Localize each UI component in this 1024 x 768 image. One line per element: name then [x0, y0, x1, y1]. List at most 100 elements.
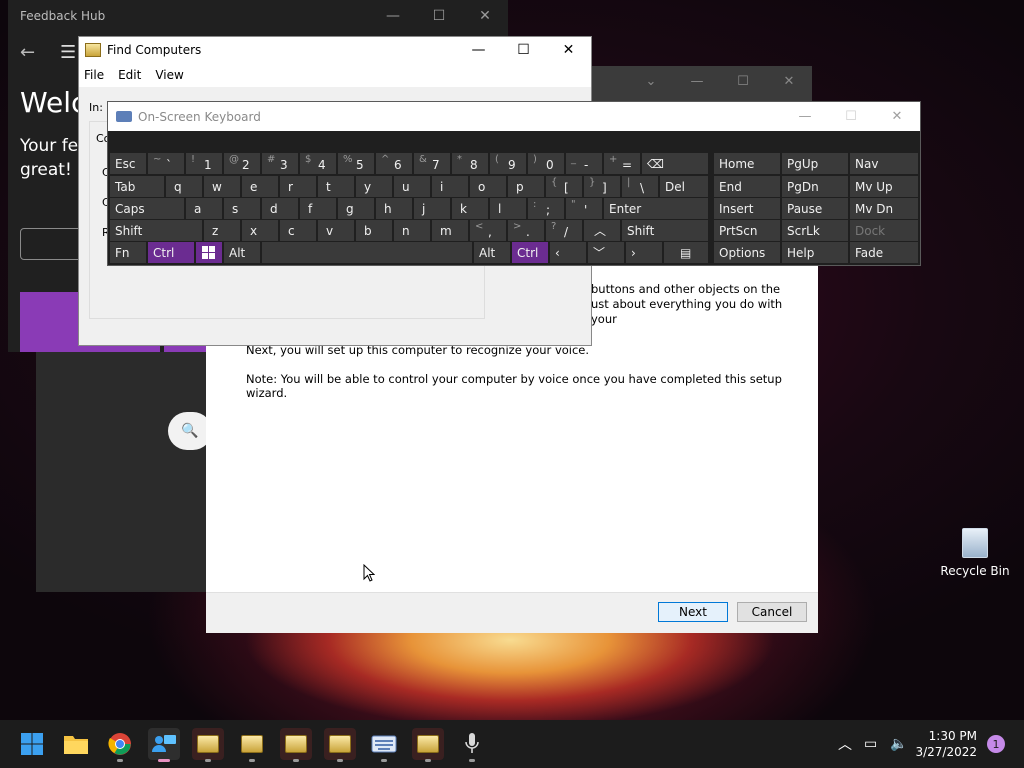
key-caps[interactable]: Caps — [110, 198, 184, 219]
key-del[interactable]: Del — [660, 176, 708, 197]
key-e[interactable]: e — [242, 176, 278, 197]
key-comma[interactable]: <, — [470, 220, 506, 241]
key-period[interactable]: >. — [508, 220, 544, 241]
key-alt-left[interactable]: Alt — [224, 242, 260, 263]
key-s[interactable]: s — [224, 198, 260, 219]
key-q[interactable]: q — [166, 176, 202, 197]
start-button[interactable] — [16, 728, 48, 760]
backspace-icon[interactable]: ⌫ — [642, 153, 708, 174]
cancel-button[interactable]: Cancel — [737, 602, 807, 622]
key-x[interactable]: x — [242, 220, 278, 241]
key-i[interactable]: i — [432, 176, 468, 197]
key-enter[interactable]: Enter — [604, 198, 708, 219]
key-f[interactable]: f — [300, 198, 336, 219]
background-window-titlebar[interactable]: ⌄ — ☐ ✕ — [592, 66, 812, 102]
key-k[interactable]: k — [452, 198, 488, 219]
key-p[interactable]: p — [508, 176, 544, 197]
key-home[interactable]: Home — [714, 153, 780, 174]
next-button[interactable]: Next — [658, 602, 728, 622]
menu-key-icon[interactable]: ▤ — [664, 242, 708, 263]
volume-icon[interactable]: 🔈 — [890, 720, 907, 768]
key-r[interactable]: r — [280, 176, 316, 197]
menu-file[interactable]: File — [84, 68, 104, 82]
maximize-icon[interactable]: ☐ — [720, 66, 766, 96]
key-pgup[interactable]: PgUp — [782, 153, 848, 174]
key-6[interactable]: ^ 6 — [376, 153, 412, 174]
recycle-bin-shortcut[interactable]: Recycle Bin — [940, 528, 1010, 578]
key-2[interactable]: @2 — [224, 153, 260, 174]
find-computers-taskbar-button[interactable] — [192, 728, 224, 762]
key-tilde[interactable]: ~ ` — [148, 153, 184, 174]
menu-view[interactable]: View — [155, 68, 183, 82]
find-computers-taskbar-button[interactable] — [324, 728, 356, 762]
key-insert[interactable]: Insert — [714, 198, 780, 219]
key-a[interactable]: a — [186, 198, 222, 219]
key-quote[interactable]: " ' — [566, 198, 602, 219]
minimize-icon[interactable]: — — [456, 37, 501, 63]
on-screen-keyboard-window[interactable]: On-Screen Keyboard — ☐ ✕ Esc ~ ` ! 1 @2 #3… — [107, 101, 921, 266]
key-b[interactable]: b — [356, 220, 392, 241]
key-t[interactable]: t — [318, 176, 354, 197]
key-w[interactable]: w — [204, 176, 240, 197]
arrow-down-icon[interactable]: ﹀ — [588, 242, 624, 263]
find-computers-taskbar-button[interactable] — [236, 728, 268, 762]
key-j[interactable]: j — [414, 198, 450, 219]
key-y[interactable]: y — [356, 176, 392, 197]
windows-key-icon[interactable] — [196, 242, 222, 263]
key-4[interactable]: $4 — [300, 153, 336, 174]
key-o[interactable]: o — [470, 176, 506, 197]
key-0[interactable]: ) 0 — [528, 153, 564, 174]
file-explorer-button[interactable] — [60, 728, 92, 760]
key-g[interactable]: g — [338, 198, 374, 219]
key-dock[interactable]: Dock — [850, 220, 918, 241]
key-z[interactable]: z — [204, 220, 240, 241]
key-pgdn[interactable]: PgDn — [782, 176, 848, 197]
key-fade[interactable]: Fade — [850, 242, 918, 263]
close-icon[interactable]: ✕ — [546, 37, 591, 63]
key-slash[interactable]: ? / — [546, 220, 582, 241]
key-ctrl-left[interactable]: Ctrl — [148, 242, 194, 263]
key-shift-left[interactable]: Shift — [110, 220, 202, 241]
key-9[interactable]: (9 — [490, 153, 526, 174]
feedback-hub-taskbar-button[interactable] — [148, 728, 180, 762]
key-d[interactable]: d — [262, 198, 298, 219]
maximize-icon[interactable]: ☐ — [501, 37, 546, 63]
key-prtscn[interactable]: PrtScn — [714, 220, 780, 241]
maximize-icon[interactable]: ☐ — [828, 102, 874, 131]
close-icon[interactable]: ✕ — [462, 0, 508, 32]
key-end[interactable]: End — [714, 176, 780, 197]
key-equals[interactable]: + = — [604, 153, 640, 174]
key-help[interactable]: Help — [782, 242, 848, 263]
show-hidden-icons-icon[interactable]: ︿ — [838, 720, 852, 768]
key-minus[interactable]: _ - — [566, 153, 602, 174]
key-scrlk[interactable]: ScrLk — [782, 220, 848, 241]
key-5[interactable]: % 5 — [338, 153, 374, 174]
maximize-icon[interactable]: ☐ — [416, 0, 462, 32]
key-v[interactable]: v — [318, 220, 354, 241]
close-icon[interactable]: ✕ — [874, 102, 920, 131]
key-1[interactable]: ! 1 — [186, 153, 222, 174]
background-app-window[interactable]: 🔍 — [36, 352, 208, 592]
close-icon[interactable]: ✕ — [766, 66, 812, 96]
key-n[interactable]: n — [394, 220, 430, 241]
speech-recognition-taskbar-button[interactable] — [456, 728, 488, 762]
back-arrow-icon[interactable]: ← — [20, 42, 35, 63]
network-icon[interactable]: ▭ — [864, 720, 877, 768]
key-7[interactable]: & 7 — [414, 153, 450, 174]
key-mv-dn[interactable]: Mv Dn — [850, 198, 918, 219]
clock[interactable]: 1:30 PM 3/27/2022 — [915, 728, 977, 760]
key-nav[interactable]: Nav — [850, 153, 918, 174]
menu-edit[interactable]: Edit — [118, 68, 141, 82]
key-shift-right[interactable]: Shift — [622, 220, 708, 241]
key-u[interactable]: u — [394, 176, 430, 197]
search-icon[interactable]: 🔍 — [168, 412, 208, 450]
find-computers-taskbar-button[interactable] — [412, 728, 444, 762]
key-backslash[interactable]: | \ — [622, 176, 658, 197]
key-fn[interactable]: Fn — [110, 242, 146, 263]
arrow-right-icon[interactable]: › — [626, 242, 662, 263]
chevron-down-icon[interactable]: ⌄ — [628, 66, 674, 96]
key-semicolon[interactable]: :; — [528, 198, 564, 219]
find-computers-taskbar-button[interactable] — [280, 728, 312, 762]
key-c[interactable]: c — [280, 220, 316, 241]
key-esc[interactable]: Esc — [110, 153, 146, 174]
